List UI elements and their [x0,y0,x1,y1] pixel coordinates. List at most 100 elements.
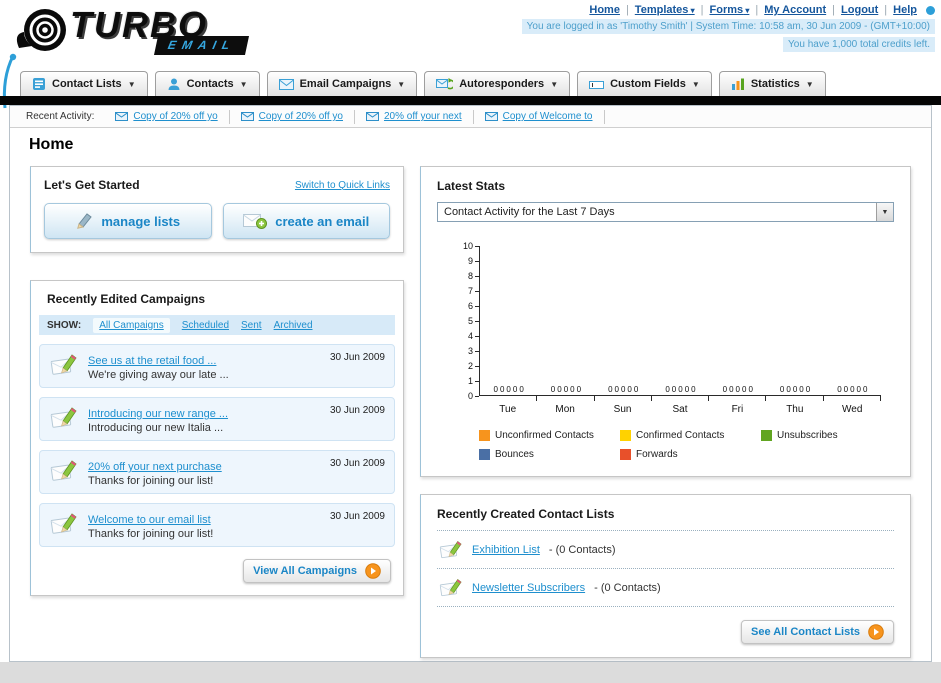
nav-logout-link[interactable]: Logout [841,4,878,16]
recent-activity-item-label: Copy of Welcome to [502,111,593,122]
tab-custom-fields[interactable]: Custom Fields ▼ [577,71,712,96]
recent-activity-item[interactable]: Copy of 20% off yo [230,109,355,124]
bar-value-label: 0 [512,385,518,394]
footer-strip [0,662,941,683]
nav-templates-link[interactable]: Templates [635,4,695,16]
contacts-icon [168,78,180,90]
contact-list-name-link[interactable]: Newsletter Subscribers [472,582,585,594]
see-all-contact-lists-label: See All Contact Lists [750,626,860,638]
get-started-title: Let's Get Started [44,178,140,192]
bar-value-label: 0 [863,385,868,394]
campaign-subtitle: We're giving away our late ... [88,369,229,381]
campaign-row[interactable]: 20% off your next purchase Thanks for jo… [39,450,395,494]
bar-value-label: 0 [493,385,498,394]
bar-value-label: 0 [843,385,849,394]
recent-activity-item-label: 20% off your next [383,111,462,122]
see-all-row: See All Contact Lists [437,620,894,644]
y-axis-tick: 4 [468,331,479,341]
y-axis-tick-value: 6 [467,301,473,311]
contact-list-item[interactable]: Newsletter Subscribers - (0 Contacts) [437,569,894,607]
top-nav: Home | Templates | Forms | My Account | Logo… [522,4,935,16]
tab-contacts[interactable]: Contacts ▼ [154,71,260,96]
credits-info-text: You have 1,000 total credits left. [783,37,935,52]
bar-value-label: 0 [614,385,619,394]
x-axis-label: Thu [786,404,804,415]
edit-campaign-icon [50,407,77,428]
contact-list-item[interactable]: Exhibition List - (0 Contacts) [437,531,894,569]
bar-value-label: 0 [570,385,575,394]
legend-label: Confirmed Contacts [636,430,725,441]
bar-value-label: 0 [856,385,861,394]
nav-separator: | [884,4,888,16]
recent-activity-item-label: Copy of 20% off yo [133,111,218,122]
left-column: Let's Get Started Switch to Quick Links … [30,166,404,596]
nav-separator: | [700,4,704,16]
bar-value-label: 0 [741,385,747,394]
latest-stats-title: Latest Stats [437,179,506,193]
recent-activity-item[interactable]: 20% off your next [355,109,474,124]
x-axis-label: Tue [499,404,517,415]
chevron-down-icon: ▼ [397,79,406,89]
bar-value-label: 0 [786,385,791,394]
tab-autoresponders[interactable]: Autoresponders ▼ [424,71,571,96]
chart-groups: 00000000000000000000000000000000000 [480,246,882,401]
campaign-title-link[interactable]: Introducing our new range ... [88,408,228,420]
campaign-date: 30 Jun 2009 [329,511,385,522]
bar-value-label: 0 [678,385,683,394]
contact-lists-title: Recently Created Contact Lists [437,507,894,531]
bar-value-label: 0 [837,385,842,394]
chart-x-labels: Tue Mon Sun Sat Fri Thu Wed [479,404,881,415]
x-axis-label: Wed [842,404,863,415]
legend-swatch [620,430,631,441]
contact-list-name-link[interactable]: Exhibition List [472,544,540,556]
bar-value-label: 0 [722,385,728,394]
recent-activity-label: Recent Activity: [26,111,95,122]
nav-forms-link[interactable]: Forms [710,4,750,16]
tab-label: Custom Fields [610,78,686,90]
legend-item: Bounces [479,449,620,460]
campaign-title-link[interactable]: 20% off your next purchase [88,461,222,473]
bar-value-label: 0 [557,385,562,394]
chart-bar-group: 00000 [652,246,710,401]
campaign-title-link[interactable]: Welcome to our email list [88,514,211,526]
app-logo[interactable]: TURBO EMAIL [16,6,250,56]
bar-value-label: 0 [506,385,511,394]
campaign-row[interactable]: See us at the retail food ... We're givi… [39,344,395,388]
legend-item: Confirmed Contacts [620,430,761,441]
campaign-subtitle: Thanks for joining our list! [88,528,214,540]
recently-created-contact-lists-panel: Recently Created Contact Lists Exhibitio… [420,494,911,658]
see-all-contact-lists-button[interactable]: See All Contact Lists [740,620,894,644]
recent-activity-item[interactable]: Copy of Welcome to [474,109,605,124]
bar-value-label: 0 [550,385,556,394]
contact-lists-icon [33,78,45,90]
campaign-title-link[interactable]: See us at the retail food ... [88,355,216,367]
chart-bar-group: 00000 [709,246,767,401]
tab-label: Contacts [186,78,234,90]
page-title: Home [29,136,74,153]
nav-home-link[interactable]: Home [589,4,620,16]
nav-my-account-link[interactable]: My Account [764,4,826,16]
bar-value-label: 0 [735,385,740,394]
chart-bar-group: 00000 [480,246,538,401]
filter-all-campaigns[interactable]: All Campaigns [93,317,170,333]
view-all-campaigns-button[interactable]: View All Campaigns [243,559,391,583]
campaign-row[interactable]: Welcome to our email list Thanks for joi… [39,503,395,547]
stats-period-select[interactable]: Contact Activity for the Last 7 Days ▼ [437,202,894,222]
filter-archived[interactable]: Archived [274,320,313,331]
filter-sent[interactable]: Sent [241,320,262,331]
nav-help-link[interactable]: Help [893,4,917,16]
tab-statistics[interactable]: Statistics ▼ [718,71,826,96]
x-axis-label: Sat [672,404,688,415]
create-email-button[interactable]: create an email [222,203,390,239]
switch-to-quick-links[interactable]: Switch to Quick Links [295,180,390,191]
tab-contact-lists[interactable]: Contact Lists ▼ [20,71,148,96]
filter-scheduled[interactable]: Scheduled [182,320,229,331]
campaign-subtitle: Thanks for joining our list! [88,475,214,487]
recent-activity-item[interactable]: Copy of 20% off yo [104,109,230,124]
y-axis-tick-value: 4 [467,331,473,341]
tab-email-campaigns[interactable]: Email Campaigns ▼ [266,71,418,96]
edit-campaign-icon [50,460,77,481]
y-axis-tick: 1 [468,376,479,386]
campaign-row[interactable]: Introducing our new range ... Introducin… [39,397,395,441]
manage-lists-button[interactable]: manage lists [44,203,212,239]
